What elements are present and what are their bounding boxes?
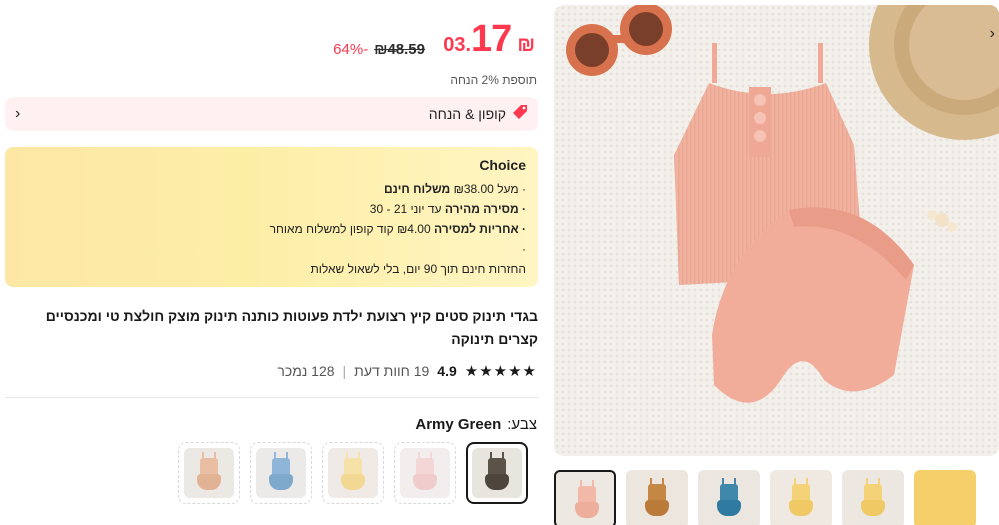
color-label: צבע: [507,416,537,433]
free-returns-line: החזרות חינם תוך 90 יום, בלי לשאול שאלות [310,262,526,276]
sold-count: 128 נמכר [277,363,335,379]
gallery-thumbnail-yellow[interactable] [770,470,832,525]
coupon-label: קופון & הנחה [428,106,506,122]
chevron-right-icon[interactable]: › [990,25,995,43]
product-info-panel: ₪ 17 .03 ₪48.59 -64% תוספת 2% הנחה קופון… [0,0,545,525]
thumbnail-image [848,474,898,524]
free-shipping-prefix: · מעל [497,182,526,196]
selected-color: Army Green [415,416,502,433]
product-gallery: › [554,5,999,525]
reviews-count[interactable]: 19 חוות דעת [354,363,429,379]
gallery-thumbnail-blue[interactable] [698,470,760,525]
color-swatch-peach[interactable] [178,442,240,504]
rating-separator: | [342,363,347,379]
delivery-guarantee-label: · אחריות למסירה [433,222,526,236]
color-selector-label: צבע: Army Green [415,416,537,433]
star-rating-icon: ★★★★★ [464,363,537,380]
delivery-guarantee-detail: ₪4.00 קוד קופון למשלוח מאוחר [269,222,431,236]
original-price: ₪48.59 [374,41,425,58]
product-title: בגדי תינוק סטים קיץ רצועת ילדת פעוטות כו… [45,308,538,347]
current-price: ₪ 17 .03 [443,18,535,61]
swatch-image [328,448,378,498]
color-swatch-yellow[interactable] [322,442,384,504]
thumbnail-strip [554,470,999,525]
section-divider [5,397,538,398]
thumbnail-image [632,474,682,524]
color-swatch-blue[interactable] [250,442,312,504]
gallery-thumbnail-yellow-2[interactable] [842,470,904,525]
color-swatch-army-green[interactable] [466,442,528,504]
swatch-image [256,448,306,498]
swatch-image [400,448,450,498]
free-shipping-line: · מעל ₪38.00 משלוח חינם [17,179,526,199]
price-integer: 17 [471,18,512,60]
thumbnail-image [920,474,970,524]
discount-percent: -64% [333,41,369,58]
thumbnail-image [776,474,826,524]
swatch-image [472,448,522,498]
tag-icon [512,104,528,125]
price-decimal: .03 [443,34,472,56]
rating-score: 4.9 [437,363,457,379]
color-swatches [178,442,532,506]
rating-row: ★★★★★ 4.9 19 חוות דעת | 128 נמכר [277,362,537,380]
fast-delivery-dates: עד יוני 21 - 30 [369,202,442,216]
main-product-image[interactable] [554,5,999,456]
fast-delivery-line: · מסירה מהירה עד יוני 21 - 30 [17,199,526,219]
choice-title: Choice [479,157,526,173]
thumbnail-image [704,474,754,524]
thumbnail-image [562,476,612,525]
gallery-thumbnail-yellow-close[interactable] [914,470,976,525]
swatch-image [184,448,234,498]
delivery-guarantee-line: · אחריות למסירה ₪4.00 קוד קופון למשלוח מ… [17,219,526,239]
free-shipping-label: משלוח חינם [383,182,451,196]
original-price-row: ₪48.59 -64% [333,41,425,58]
coupon-discount-bar[interactable]: קופון & הנחה ‹ [5,97,538,131]
gallery-thumbnail-brown[interactable] [626,470,688,525]
gallery-thumbnail-pink[interactable] [554,470,616,525]
price-currency: ₪ [517,34,535,56]
chevron-left-icon: ‹ [15,105,21,122]
choice-benefits-box: Choice · מעל ₪38.00 משלוח חינם · מסירה מ… [5,147,538,287]
extra-discount-note: תוספת 2% הנחה [450,73,537,87]
fast-delivery-label: · מסירה מהירה [444,202,526,216]
color-swatch-pink[interactable] [394,442,456,504]
bullet-line: · [522,242,526,256]
free-shipping-amount: ₪38.00 [453,182,494,196]
